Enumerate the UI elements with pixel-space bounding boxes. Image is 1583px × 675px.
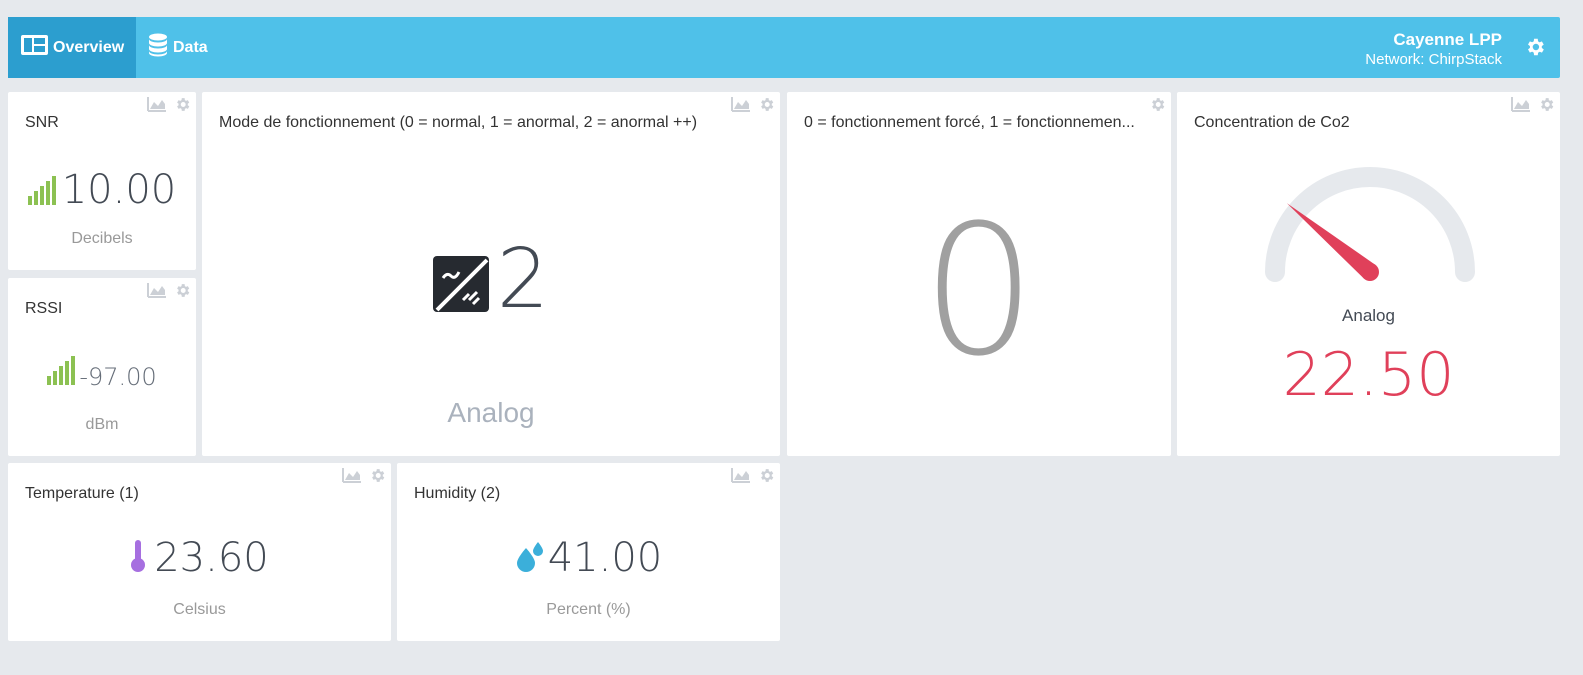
unit-label: Decibels: [71, 230, 133, 247]
device-name: Cayenne LPP: [1393, 30, 1502, 49]
snr-value: 10.00: [61, 167, 177, 213]
chart-icon[interactable]: [1511, 96, 1531, 118]
top-bar: Overview Data Cayenne LPP Network: Chirp…: [8, 17, 1560, 78]
device-info: Cayenne LPP Network: ChirpStack: [1365, 30, 1502, 69]
gauge-needle: [1286, 203, 1379, 281]
gear-icon[interactable]: [1538, 96, 1555, 118]
rssi-value: -97.00: [79, 363, 157, 391]
co2-gauge: [1265, 167, 1475, 282]
widget-forced: 0 = fonctionnement forcé, 1 = fonctionne…: [787, 92, 1171, 456]
chart-icon[interactable]: [147, 282, 167, 304]
gear-icon[interactable]: [174, 96, 191, 118]
water-drops-icon: [515, 540, 545, 577]
network-label: Network: ChirpStack: [1365, 51, 1502, 68]
gear-icon[interactable]: [174, 282, 191, 304]
analog-sensor-icon: [432, 256, 489, 317]
gear-icon[interactable]: [369, 467, 386, 489]
widget-title: Humidity (2): [414, 485, 501, 502]
widget-temperature: Temperature (1) 23.60 Celsius: [8, 463, 391, 641]
thermometer-icon: [130, 539, 146, 578]
widget-rssi: RSSI -97.00 dBm: [8, 278, 196, 456]
tab-data-label: Data: [173, 38, 208, 56]
widget-snr: SNR 10.00 Decibels: [8, 92, 196, 270]
widget-mode: Mode de fonctionnement (0 = normal, 1 = …: [202, 92, 780, 456]
gear-icon[interactable]: [758, 96, 775, 118]
widget-co2: Concentration de Co2 Analog 22.50: [1177, 92, 1560, 456]
unit-label: Celsius: [173, 601, 226, 618]
humidity-value: 41.00: [547, 535, 663, 581]
tab-overview[interactable]: Overview: [8, 17, 136, 78]
unit-label: Percent (%): [546, 601, 631, 618]
dashboard-icon: [21, 35, 48, 60]
signal-bars-icon: [28, 175, 58, 210]
widget-title: SNR: [25, 114, 59, 131]
analog-label: Analog: [1342, 306, 1395, 325]
tab-overview-label: Overview: [53, 38, 125, 56]
widget-title: RSSI: [25, 300, 63, 317]
gear-icon[interactable]: [758, 467, 775, 489]
co2-value: 22.50: [1282, 340, 1455, 410]
chart-icon[interactable]: [731, 467, 751, 489]
widget-title: Temperature (1): [25, 485, 139, 502]
analog-label: Analog: [447, 397, 535, 428]
gauge-track: [1265, 167, 1475, 282]
temperature-value: 23.60: [154, 535, 269, 581]
mode-value: 2: [496, 232, 550, 327]
chart-icon[interactable]: [147, 96, 167, 118]
widget-title: Mode de fonctionnement (0 = normal, 1 = …: [219, 114, 698, 131]
widget-humidity: Humidity (2) 41.00 Percent (%): [397, 463, 780, 641]
unit-label: dBm: [85, 416, 119, 433]
widget-title: Concentration de Co2: [1194, 114, 1350, 131]
tab-data[interactable]: Data: [136, 17, 226, 78]
signal-bars-icon: [47, 355, 77, 390]
widget-title: 0 = fonctionnement forcé, 1 = fonctionne…: [804, 114, 1135, 131]
gear-icon[interactable]: [1524, 36, 1546, 63]
forced-value: 0: [921, 187, 1037, 396]
database-icon: [148, 33, 168, 62]
chart-icon[interactable]: [342, 467, 362, 489]
